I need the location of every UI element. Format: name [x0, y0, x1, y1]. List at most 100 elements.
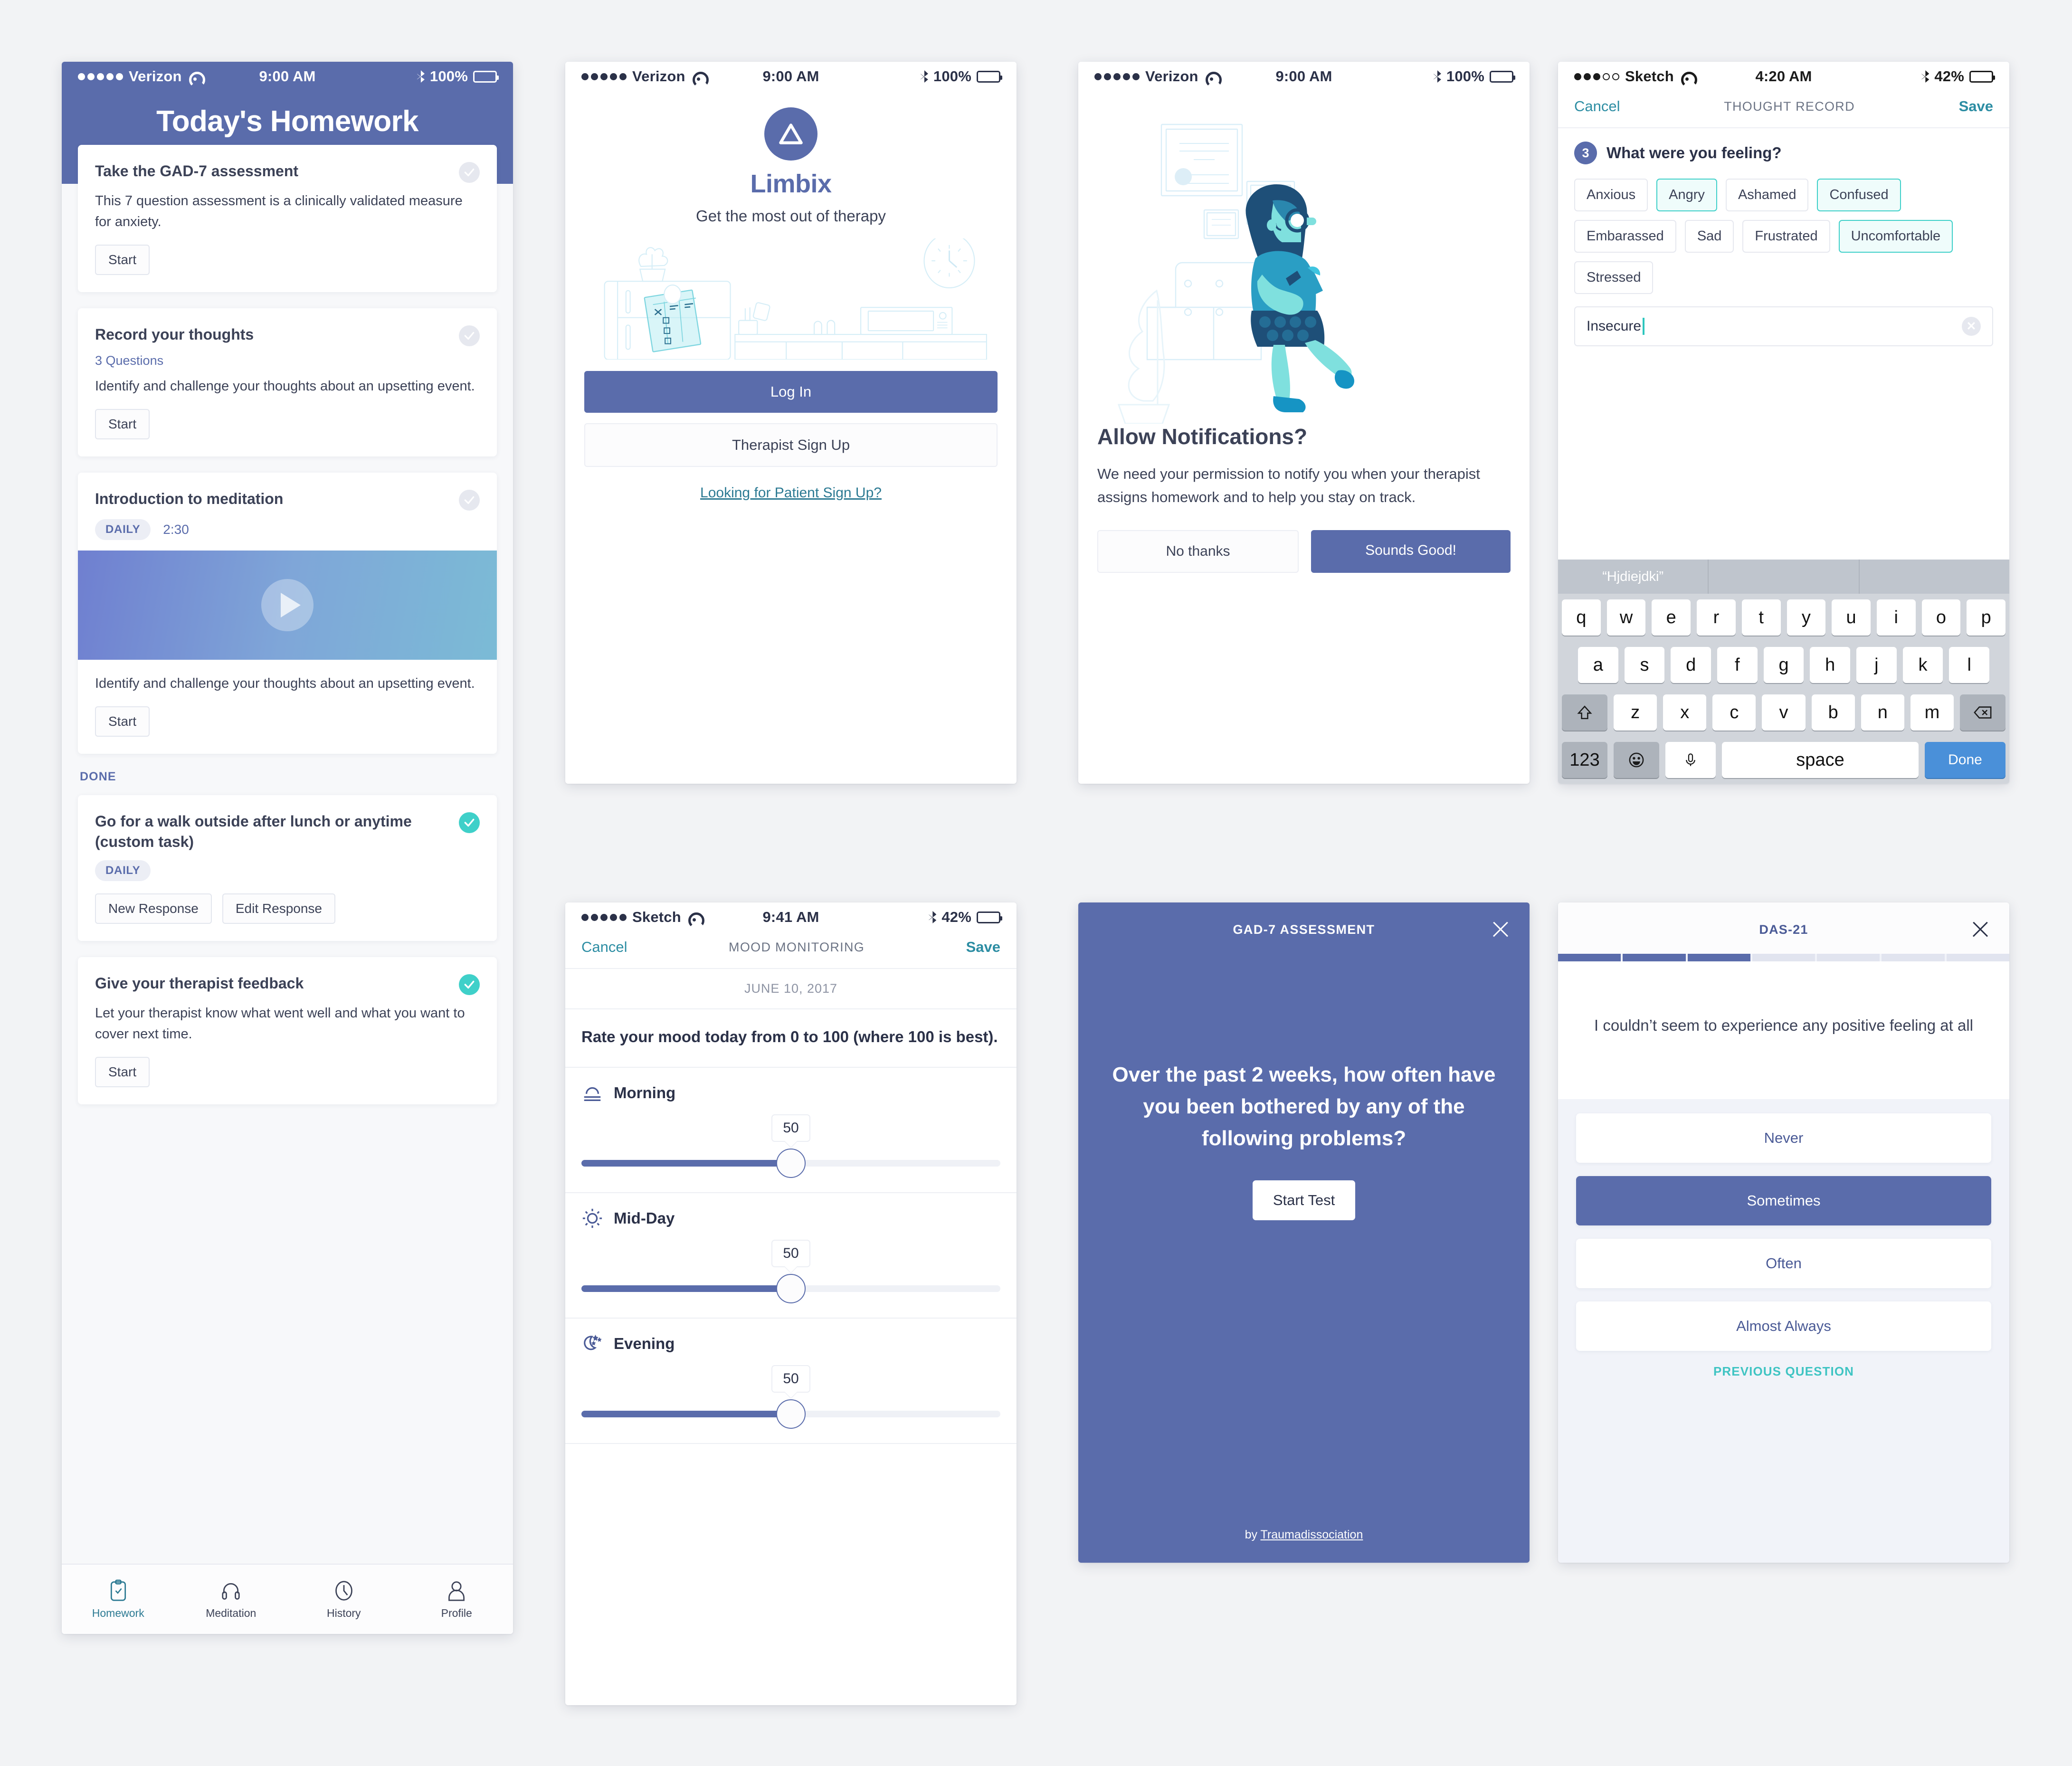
key-c[interactable]: c — [1712, 694, 1756, 731]
footer-link[interactable]: Traumadissociation — [1261, 1528, 1363, 1541]
save-button[interactable]: Save — [966, 939, 1000, 956]
option-never[interactable]: Never — [1576, 1113, 1991, 1163]
prediction-item-empty-2[interactable] — [1860, 560, 2009, 594]
key-a[interactable]: a — [1578, 647, 1618, 683]
previous-question-link[interactable]: PREVIOUS QUESTION — [1576, 1364, 1991, 1379]
key-g[interactable]: g — [1763, 647, 1804, 683]
key-j[interactable]: j — [1856, 647, 1897, 683]
custom-feeling-input[interactable]: Insecure ✕ — [1574, 306, 1993, 346]
feeling-chip-anxious[interactable]: Anxious — [1574, 179, 1648, 211]
task-checkmark-icon[interactable] — [459, 325, 480, 347]
progress-segment — [1946, 954, 2009, 961]
tab-profile[interactable]: Profile — [400, 1565, 513, 1634]
key-y[interactable]: y — [1787, 599, 1826, 636]
prediction-item[interactable]: “Hjdiejdki” — [1558, 560, 1709, 594]
dictation-key-icon[interactable] — [1665, 742, 1716, 778]
close-icon[interactable] — [1969, 919, 1991, 940]
save-button[interactable]: Save — [1959, 98, 1993, 115]
cancel-button[interactable]: Cancel — [1574, 98, 1620, 115]
start-button[interactable]: Start — [95, 1056, 150, 1087]
task-card-gad7[interactable]: Take the GAD-7 assessment This 7 questio… — [78, 145, 497, 293]
feeling-chip-embarassed[interactable]: Embarassed — [1574, 220, 1676, 253]
key-s[interactable]: s — [1624, 647, 1665, 683]
key-f[interactable]: f — [1717, 647, 1758, 683]
option-often[interactable]: Often — [1576, 1238, 1991, 1288]
feeling-chip-angry[interactable]: Angry — [1656, 179, 1717, 211]
task-question-count: 3 Questions — [95, 353, 164, 368]
key-d[interactable]: d — [1671, 647, 1711, 683]
slider-knob[interactable] — [776, 1399, 806, 1429]
key-n[interactable]: n — [1861, 694, 1904, 731]
feeling-chip-stressed[interactable]: Stressed — [1574, 261, 1654, 294]
task-card-walk[interactable]: Go for a walk outside after lunch or any… — [78, 795, 497, 941]
start-button[interactable]: Start — [95, 409, 150, 440]
start-button[interactable]: Start — [95, 706, 150, 737]
task-checkmark-icon[interactable] — [459, 812, 480, 834]
feeling-chip-frustrated[interactable]: Frustrated — [1742, 220, 1830, 253]
clear-icon[interactable]: ✕ — [1962, 317, 1981, 336]
option-sometimes[interactable]: Sometimes — [1576, 1176, 1991, 1225]
key-h[interactable]: h — [1810, 647, 1851, 683]
mood-slider-midday[interactable]: 50 — [581, 1239, 1000, 1303]
mood-slider-morning[interactable]: 50 — [581, 1114, 1000, 1178]
therapist-signup-button[interactable]: Therapist Sign Up — [584, 423, 998, 467]
option-almost-always[interactable]: Almost Always — [1576, 1301, 1991, 1351]
key-e[interactable]: e — [1652, 599, 1691, 636]
tab-history[interactable]: History — [287, 1565, 400, 1634]
prediction-item-empty-1[interactable] — [1709, 560, 1860, 594]
key-b[interactable]: b — [1811, 694, 1855, 731]
slider-knob[interactable] — [776, 1273, 806, 1303]
close-icon[interactable] — [1490, 919, 1511, 940]
mood-slider-evening[interactable]: 50 — [581, 1365, 1000, 1429]
shift-key-icon[interactable] — [1562, 694, 1607, 731]
cancel-button[interactable]: Cancel — [581, 939, 627, 956]
task-checkmark-icon[interactable] — [459, 974, 480, 995]
key-u[interactable]: u — [1832, 599, 1871, 636]
done-key[interactable]: Done — [1925, 742, 2005, 778]
carrier-label: Verizon — [1145, 68, 1198, 85]
emoji-key-icon[interactable] — [1614, 742, 1659, 778]
key-q[interactable]: q — [1561, 599, 1601, 636]
key-m[interactable]: m — [1910, 694, 1954, 731]
play-icon[interactable] — [261, 579, 314, 632]
key-l[interactable]: l — [1949, 647, 1990, 683]
prediction-bar: “Hjdiejdki” — [1558, 560, 2009, 594]
feeling-chip-sad[interactable]: Sad — [1684, 220, 1734, 253]
key-z[interactable]: z — [1614, 694, 1657, 731]
sounds-good-button[interactable]: Sounds Good! — [1311, 530, 1511, 573]
video-thumbnail[interactable] — [78, 551, 497, 660]
feeling-chip-confused[interactable]: Confused — [1817, 179, 1901, 211]
space-key[interactable]: space — [1722, 742, 1919, 778]
feeling-chip-uncomfortable[interactable]: Uncomfortable — [1838, 220, 1953, 253]
key-v[interactable]: v — [1762, 694, 1806, 731]
new-response-button[interactable]: New Response — [95, 893, 212, 924]
start-button[interactable]: Start — [95, 245, 150, 275]
key-x[interactable]: x — [1663, 694, 1707, 731]
screen-gad7: GAD-7 ASSESSMENT Over the past 2 weeks, … — [1078, 902, 1530, 1563]
key-k[interactable]: k — [1902, 647, 1943, 683]
key-i[interactable]: i — [1876, 599, 1916, 636]
task-card-thoughts[interactable]: Record your thoughts 3 Questions Identif… — [78, 308, 497, 457]
task-checkmark-icon[interactable] — [459, 162, 480, 183]
period-label: Mid-Day — [614, 1209, 675, 1227]
numbers-key[interactable]: 123 — [1562, 742, 1607, 778]
key-o[interactable]: o — [1921, 599, 1961, 636]
tab-homework[interactable]: Homework — [62, 1565, 175, 1634]
key-t[interactable]: t — [1741, 599, 1781, 636]
no-thanks-button[interactable]: No thanks — [1097, 530, 1299, 573]
feeling-chip-ashamed[interactable]: Ashamed — [1725, 179, 1809, 211]
task-card-feedback[interactable]: Give your therapist feedback Let your th… — [78, 957, 497, 1104]
key-r[interactable]: r — [1697, 599, 1736, 636]
task-checkmark-icon[interactable] — [459, 490, 480, 511]
edit-response-button[interactable]: Edit Response — [222, 893, 335, 924]
login-button[interactable]: Log In — [584, 371, 998, 413]
task-card-meditation[interactable]: Introduction to meditation DAILY 2:30 Id… — [78, 473, 497, 754]
key-p[interactable]: p — [1967, 599, 2006, 636]
key-w[interactable]: w — [1606, 599, 1646, 636]
battery-percent: 100% — [1446, 68, 1484, 85]
patient-signup-link[interactable]: Looking for Patient Sign Up? — [584, 485, 998, 501]
slider-knob[interactable] — [776, 1148, 806, 1178]
backspace-key-icon[interactable] — [1959, 694, 2005, 731]
tab-meditation[interactable]: Meditation — [175, 1565, 288, 1634]
start-test-button[interactable]: Start Test — [1253, 1180, 1355, 1220]
